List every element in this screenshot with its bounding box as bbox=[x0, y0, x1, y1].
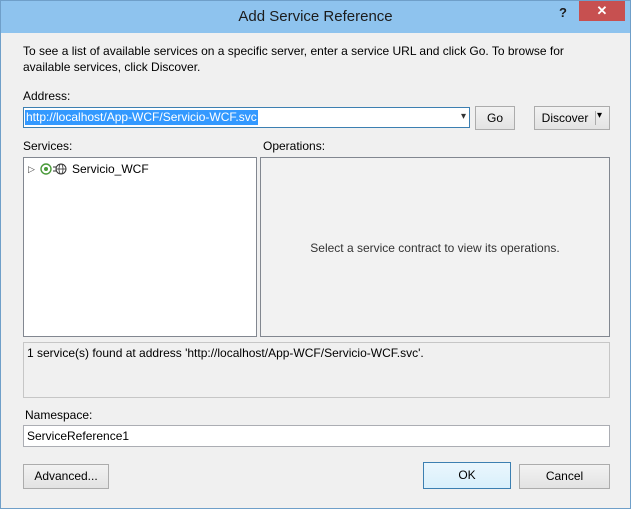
close-button[interactable]: ✕ bbox=[579, 1, 625, 21]
go-button[interactable]: Go bbox=[475, 106, 515, 130]
discover-dropdown-arrow-icon[interactable]: ▾ bbox=[597, 110, 602, 121]
chevron-down-icon[interactable]: ▾ bbox=[461, 111, 466, 122]
instructions-text: To see a list of available services on a… bbox=[23, 44, 564, 74]
services-label: Services: bbox=[23, 139, 73, 153]
namespace-label: Namespace: bbox=[25, 408, 93, 422]
namespace-field[interactable]: ServiceReference1 bbox=[23, 425, 610, 447]
status-text: 1 service(s) found at address 'http://lo… bbox=[27, 346, 424, 360]
cancel-button[interactable]: Cancel bbox=[519, 464, 610, 489]
add-service-reference-dialog: Add Service Reference ? ✕ To see a list … bbox=[0, 0, 631, 509]
title-bar: Add Service Reference ? ✕ bbox=[1, 1, 630, 33]
dialog-body: To see a list of available services on a… bbox=[9, 33, 622, 502]
operations-label: Operations: bbox=[263, 139, 326, 153]
expand-arrow-icon[interactable]: ▷ bbox=[28, 161, 35, 177]
address-combobox[interactable]: http://localhost/App-WCF/Servicio-WCF.sv… bbox=[23, 107, 470, 128]
help-button[interactable]: ? bbox=[553, 3, 573, 23]
services-tree[interactable]: ▷ Servicio_WCF bbox=[23, 157, 257, 337]
discover-button-label: Discover bbox=[541, 111, 589, 125]
tree-item-servicio-wcf[interactable]: ▷ Servicio_WCF bbox=[28, 161, 228, 177]
tree-item-label: Servicio_WCF bbox=[72, 162, 149, 176]
address-label: Address: bbox=[23, 89, 71, 103]
address-input[interactable]: http://localhost/App-WCF/Servicio-WCF.sv… bbox=[25, 110, 258, 125]
status-panel: 1 service(s) found at address 'http://lo… bbox=[23, 342, 610, 398]
namespace-value: ServiceReference1 bbox=[27, 429, 130, 443]
service-globe-icon bbox=[40, 163, 67, 175]
advanced-button[interactable]: Advanced... bbox=[23, 464, 109, 489]
window-title: Add Service Reference bbox=[238, 8, 393, 25]
discover-split-divider bbox=[595, 111, 596, 125]
operations-list[interactable]: Select a service contract to view its op… bbox=[260, 157, 610, 337]
ok-button[interactable]: OK bbox=[423, 462, 511, 489]
operations-placeholder-text: Select a service contract to view its op… bbox=[310, 241, 560, 255]
